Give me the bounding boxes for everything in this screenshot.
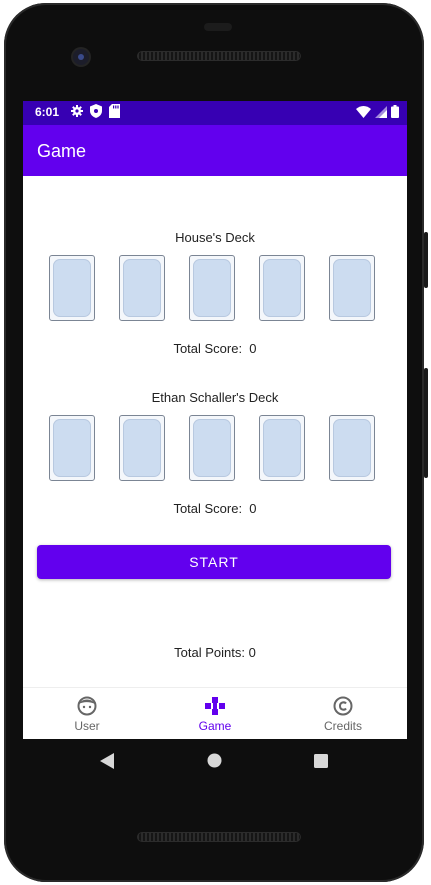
copyright-icon: [333, 696, 353, 716]
player-card-1[interactable]: [49, 415, 95, 481]
top-speaker-grille: [137, 51, 301, 61]
start-button[interactable]: START: [37, 545, 391, 579]
player-card-5[interactable]: [329, 415, 375, 481]
player-card-2[interactable]: [119, 415, 165, 481]
nav-item-user[interactable]: User: [23, 692, 151, 738]
wifi-icon: [356, 105, 371, 118]
system-navigation-bar: [0, 751, 431, 771]
total-points: Total Points: 0: [174, 645, 256, 660]
house-card-2[interactable]: [119, 255, 165, 321]
player-card-4[interactable]: [259, 415, 305, 481]
earpiece: [204, 23, 232, 31]
player-card-3[interactable]: [189, 415, 235, 481]
nav-item-credits[interactable]: Credits: [279, 692, 407, 738]
screen: 6:01 Game House's Deck Total Score: 0 Et…: [23, 101, 407, 739]
face-icon: [77, 696, 97, 716]
signal-icon: [375, 105, 387, 118]
battery-icon: [391, 105, 399, 118]
recents-icon[interactable]: [314, 754, 328, 768]
sd-card-icon: [109, 104, 120, 118]
page-title: Game: [37, 141, 87, 161]
house-card-1[interactable]: [49, 255, 95, 321]
volume-buttons: [424, 368, 428, 478]
player-deck-title: Ethan Schaller's Deck: [151, 390, 279, 405]
status-time: 6:01: [35, 105, 60, 119]
house-total-score: Total Score: 0: [173, 341, 257, 356]
home-icon[interactable]: [207, 753, 222, 768]
shield-icon: [90, 104, 102, 118]
house-card-5[interactable]: [329, 255, 375, 321]
nav-label-user: User: [74, 719, 100, 733]
house-card-4[interactable]: [259, 255, 305, 321]
front-camera: [73, 49, 89, 65]
nav-label-game: Game: [198, 719, 232, 733]
bottom-speaker-grille: [137, 832, 301, 842]
player-total-score: Total Score: 0: [173, 501, 257, 516]
app-bar: Game: [23, 125, 407, 176]
nav-label-credits: Credits: [323, 719, 362, 733]
power-button: [424, 232, 428, 288]
player-deck: [49, 415, 375, 481]
bottom-navigation: User Game Credits: [23, 687, 407, 739]
nav-item-game[interactable]: Game: [151, 692, 279, 738]
house-deck-title: House's Deck: [175, 230, 255, 245]
house-deck: [49, 255, 375, 321]
gamepad-icon: [205, 697, 225, 715]
house-card-3[interactable]: [189, 255, 235, 321]
status-bar: 6:01: [23, 101, 407, 125]
gear-icon: [71, 105, 83, 117]
back-icon[interactable]: [100, 753, 114, 769]
